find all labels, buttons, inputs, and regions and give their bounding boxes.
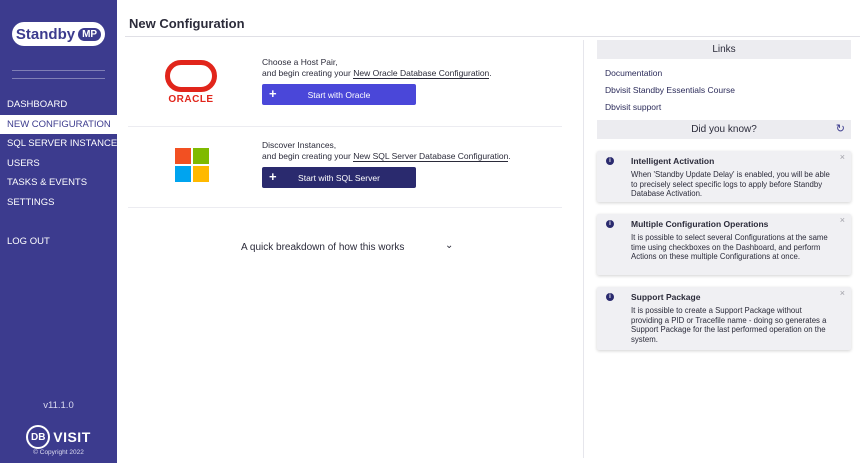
new-sqlserver-config-link[interactable]: New SQL Server Database Configuration xyxy=(353,151,509,162)
documentation-link[interactable]: Documentation xyxy=(605,68,662,78)
tip-title: Intelligent Activation xyxy=(631,156,715,166)
info-icon: i xyxy=(606,293,614,301)
logo-badge: MP xyxy=(78,27,102,41)
sidebar-nav: DASHBOARD NEW CONFIGURATION SQL SERVER I… xyxy=(0,95,124,213)
plus-icon: + xyxy=(269,169,277,184)
refresh-icon[interactable]: ↻ xyxy=(836,120,845,139)
sidebar: Standby MP DASHBOARD NEW CONFIGURATION S… xyxy=(0,0,124,463)
sqlserver-description-suffix: . xyxy=(508,151,511,161)
oracle-description-line1: Choose a Host Pair, xyxy=(262,57,338,67)
oracle-description-line2: and begin creating your New Oracle Datab… xyxy=(262,68,492,79)
tip-title: Support Package xyxy=(631,292,701,302)
sidebar-item-dashboard[interactable]: DASHBOARD xyxy=(0,95,117,115)
close-icon[interactable]: × xyxy=(840,215,845,225)
plus-icon: + xyxy=(269,86,277,101)
oracle-description-suffix: . xyxy=(489,68,492,78)
links-title: Links xyxy=(712,44,736,55)
sqlserver-description: Discover Instances, and begin creating y… xyxy=(262,140,511,162)
tip-card-intelligent-activation: i × Intelligent Activation When 'Standby… xyxy=(597,151,851,202)
section-divider xyxy=(128,207,562,208)
sidebar-item-sql-server-instances[interactable]: SQL SERVER INSTANCES xyxy=(0,134,124,154)
sidebar-item-settings[interactable]: SETTINGS xyxy=(0,193,117,213)
page-title: New Configuration xyxy=(129,16,245,31)
oracle-description-prefix: and begin creating your xyxy=(262,68,351,78)
microsoft-logo-blue xyxy=(175,166,191,182)
microsoft-logo-green xyxy=(193,148,209,164)
dbvisit-logo-circle: DB xyxy=(26,425,51,449)
start-with-oracle-button[interactable]: + Start with Oracle xyxy=(262,84,416,105)
tip-text: When 'Standby Update Delay' is enabled, … xyxy=(631,170,830,198)
tip-title: Multiple Configuration Operations xyxy=(631,219,769,229)
tip-text: It is possible to select several Configu… xyxy=(631,233,828,261)
sidebar-item-new-configuration[interactable]: NEW CONFIGURATION xyxy=(0,114,117,134)
start-with-oracle-label: Start with Oracle xyxy=(307,89,371,100)
new-oracle-config-link[interactable]: New Oracle Database Configuration xyxy=(353,68,490,79)
info-icon: i xyxy=(606,157,614,165)
oracle-logo-ring xyxy=(165,60,217,92)
logo-text: Standby xyxy=(15,25,76,43)
sidebar-divider xyxy=(12,70,105,71)
microsoft-logo-yellow xyxy=(193,166,209,182)
start-with-sql-server-button[interactable]: + Start with SQL Server xyxy=(262,167,416,188)
section-divider xyxy=(128,126,562,127)
dbvisit-logo: DB VISIT xyxy=(0,425,117,449)
links-header: Links xyxy=(597,40,851,59)
microsoft-logo-red xyxy=(175,148,191,164)
version-label: v11.1.0 xyxy=(43,400,74,411)
oracle-logo-word: ORACLE xyxy=(168,94,214,105)
dbvisit-logo-word: VISIT xyxy=(53,429,91,445)
oracle-description: Choose a Host Pair, and begin creating y… xyxy=(262,57,492,79)
standby-mp-logo[interactable]: Standby MP xyxy=(12,22,105,46)
essentials-course-link[interactable]: Dbvisit Standby Essentials Course xyxy=(605,85,735,95)
info-icon: i xyxy=(606,220,614,228)
quick-breakdown-label: A quick breakdown of how this works xyxy=(241,242,405,253)
tip-card-support-package: i × Support Package It is possible to cr… xyxy=(597,287,851,350)
column-divider xyxy=(583,40,584,458)
copyright: © Copyright 2022 xyxy=(33,449,84,456)
tip-text: It is possible to create a Support Packa… xyxy=(631,306,827,344)
sidebar-divider xyxy=(12,78,105,79)
did-you-know-title: Did you know? xyxy=(691,124,757,135)
close-icon[interactable]: × xyxy=(840,152,845,162)
header-divider xyxy=(125,36,860,37)
did-you-know-header: Did you know? ↻ xyxy=(597,120,851,139)
sidebar-item-users[interactable]: USERS xyxy=(0,154,117,174)
dbvisit-support-link[interactable]: Dbvisit support xyxy=(605,102,661,112)
logout-link[interactable]: LOG OUT xyxy=(7,236,50,247)
oracle-logo: ORACLE xyxy=(163,60,219,106)
microsoft-logo xyxy=(175,148,209,182)
sqlserver-description-line1: Discover Instances, xyxy=(262,140,337,150)
chevron-down-icon: ⌄ xyxy=(445,240,454,251)
sqlserver-description-line2: and begin creating your New SQL Server D… xyxy=(262,151,511,162)
sqlserver-description-prefix: and begin creating your xyxy=(262,151,351,161)
tip-card-multiple-configurations: i × Multiple Configuration Operations It… xyxy=(597,214,851,275)
sidebar-item-tasks-events[interactable]: TASKS & EVENTS xyxy=(0,173,117,193)
close-icon[interactable]: × xyxy=(840,288,845,298)
app-root: Standby MP DASHBOARD NEW CONFIGURATION S… xyxy=(0,0,865,463)
quick-breakdown-toggle[interactable]: A quick breakdown of how this works ⌄ xyxy=(241,240,453,253)
start-with-sql-server-label: Start with SQL Server xyxy=(298,172,380,183)
